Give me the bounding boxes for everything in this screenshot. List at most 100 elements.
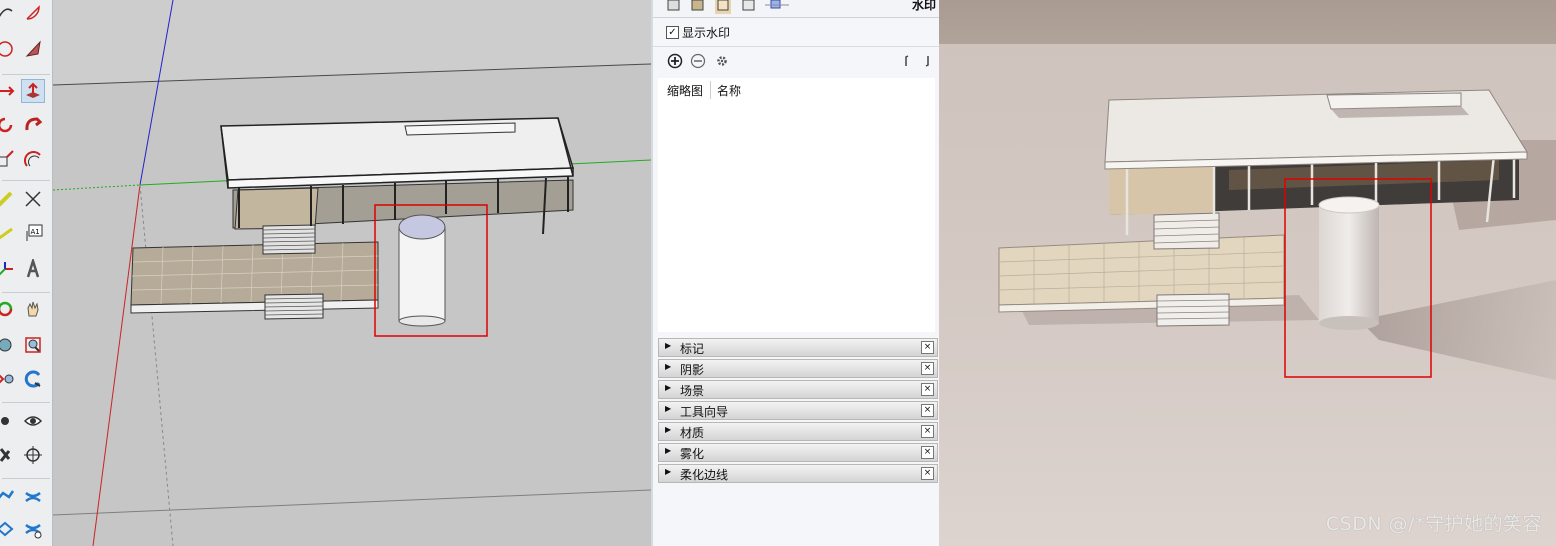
- collapse-arrow-icon: ▶: [665, 404, 672, 413]
- render-stairs: [1153, 212, 1220, 250]
- panel-label: 雾化: [680, 447, 705, 461]
- modeling-settings-icon[interactable]: [741, 0, 757, 14]
- render-scene: [998, 89, 1556, 380]
- style-edit-icon[interactable]: [690, 0, 706, 14]
- collapse-arrow-icon: ▶: [665, 383, 672, 392]
- csdn-watermark: CSDN @/*守护她的笑容: [1325, 513, 1542, 535]
- panel-label: 工具向导: [680, 405, 729, 419]
- close-panel-icon[interactable]: ×: [921, 362, 934, 375]
- 3d-text-icon[interactable]: [22, 258, 44, 280]
- move-down-icon[interactable]: [919, 53, 935, 69]
- watermark-actions: [653, 50, 940, 74]
- circle-icon[interactable]: [0, 38, 16, 60]
- column-divider: [710, 81, 711, 99]
- axes-icon[interactable]: [0, 258, 16, 280]
- close-panel-icon[interactable]: ×: [921, 341, 934, 354]
- toolbar-divider: [2, 180, 50, 181]
- polygon-icon[interactable]: [22, 38, 44, 60]
- cylinder-top-selected: [398, 214, 446, 240]
- watermark-settings-gear-icon[interactable]: [714, 53, 730, 69]
- walk-icon[interactable]: [0, 444, 16, 466]
- default-tray: 水印 ✓ 显示水印 缩略图 名称 ▶ 标记 × ▶ 阴影 × ▶ 场景 × ▶ …: [651, 0, 941, 546]
- previous-view-icon[interactable]: [22, 368, 44, 390]
- move-up-icon[interactable]: [899, 53, 915, 69]
- collapse-arrow-icon: ▶: [665, 362, 672, 371]
- zoom-icon[interactable]: [0, 334, 16, 356]
- close-panel-icon[interactable]: ×: [921, 467, 934, 480]
- push-pull-icon[interactable]: [21, 79, 45, 103]
- follow-me-icon[interactable]: [22, 114, 44, 136]
- move-icon[interactable]: [0, 80, 16, 102]
- show-watermark-label: 显示水印: [682, 26, 731, 40]
- column-thumbnail[interactable]: 缩略图: [667, 82, 703, 99]
- render-cylinder: [1319, 205, 1379, 323]
- toolbar-divider: [2, 402, 50, 403]
- orbit-icon[interactable]: [0, 298, 16, 320]
- cylinder-shadow: [1359, 280, 1556, 380]
- rotate-icon[interactable]: [0, 114, 16, 136]
- stamp-icon[interactable]: [22, 518, 44, 540]
- toolbar-divider: [2, 74, 50, 75]
- sandbox-from-scratch-icon[interactable]: [22, 486, 44, 508]
- close-panel-icon[interactable]: ×: [921, 404, 934, 417]
- style-mix-icon[interactable]: [765, 0, 789, 14]
- close-panel-icon[interactable]: ×: [921, 383, 934, 396]
- panel-materials[interactable]: ▶ 材质 ×: [658, 422, 938, 441]
- panel-tags[interactable]: ▶ 标记 ×: [658, 338, 938, 357]
- tape-measure-icon[interactable]: [0, 188, 16, 210]
- close-panel-icon[interactable]: ×: [921, 425, 934, 438]
- render-roof: [1104, 89, 1528, 163]
- pan-icon[interactable]: [22, 298, 44, 320]
- collapse-arrow-icon: ▶: [665, 341, 672, 350]
- style-select-icon[interactable]: [666, 0, 682, 14]
- add-watermark-icon[interactable]: [667, 53, 683, 69]
- sandbox-from-contours-icon[interactable]: [0, 486, 16, 508]
- panel-shadows[interactable]: ▶ 阴影 ×: [658, 359, 938, 378]
- panel-scenes[interactable]: ▶ 场景 ×: [658, 380, 938, 399]
- collapsed-panels: ▶ 标记 × ▶ 阴影 × ▶ 场景 × ▶ 工具向导 × ▶ 材质 × ▶ 雾…: [658, 338, 938, 485]
- cylinder-body: [398, 226, 446, 322]
- panel-label: 阴影: [680, 363, 705, 377]
- dimension-icon[interactable]: [22, 188, 44, 210]
- scale-icon[interactable]: [0, 148, 16, 170]
- zoom-window-icon[interactable]: [22, 334, 44, 356]
- column-name[interactable]: 名称: [717, 82, 741, 99]
- watermark-style-tabs: 水印: [653, 0, 940, 18]
- position-camera-icon[interactable]: [0, 410, 16, 432]
- watermark-list-header: 缩略图 名称: [658, 78, 935, 100]
- collapse-arrow-icon: ▶: [665, 467, 672, 476]
- toolbar-divider: [2, 478, 50, 479]
- zoom-extents-icon[interactable]: [0, 368, 16, 390]
- left-toolbar: A1: [0, 0, 53, 546]
- collapse-arrow-icon: ▶: [665, 425, 672, 434]
- arc-icon[interactable]: [0, 2, 16, 24]
- look-around-icon[interactable]: [22, 410, 44, 432]
- render-terrace-stairs: [1156, 293, 1230, 327]
- remove-watermark-icon[interactable]: [690, 53, 706, 69]
- panel-label: 标记: [680, 342, 705, 356]
- panel-label: 柔化边线: [680, 468, 729, 482]
- section-plane-icon[interactable]: [22, 444, 44, 466]
- rendered-image: CSDN @/*守护她的笑容: [939, 0, 1556, 546]
- render-terrace: [998, 234, 1285, 306]
- text-tool-icon[interactable]: A1: [22, 222, 44, 244]
- model-scene[interactable]: [53, 0, 651, 546]
- panel-soften-edges[interactable]: ▶ 柔化边线 ×: [658, 464, 938, 483]
- show-watermark-checkbox[interactable]: ✓: [666, 26, 679, 39]
- protractor-icon[interactable]: [0, 222, 16, 244]
- offset-icon[interactable]: [22, 148, 44, 170]
- panel-label: 材质: [680, 426, 705, 440]
- panel-instructor[interactable]: ▶ 工具向导 ×: [658, 401, 938, 420]
- watermark-tab-icon[interactable]: [715, 0, 731, 14]
- toolbar-divider: [2, 292, 50, 293]
- panel-title: 水印: [911, 0, 936, 12]
- collapse-arrow-icon: ▶: [665, 446, 672, 455]
- modeling-viewport[interactable]: [53, 0, 651, 546]
- pie-icon[interactable]: [22, 2, 44, 24]
- smoove-icon[interactable]: [0, 518, 16, 540]
- panel-label: 场景: [680, 384, 705, 398]
- panel-fog[interactable]: ▶ 雾化 ×: [658, 443, 938, 462]
- show-watermark-row[interactable]: ✓ 显示水印: [653, 19, 940, 47]
- watermark-list[interactable]: [658, 100, 935, 332]
- close-panel-icon[interactable]: ×: [921, 446, 934, 459]
